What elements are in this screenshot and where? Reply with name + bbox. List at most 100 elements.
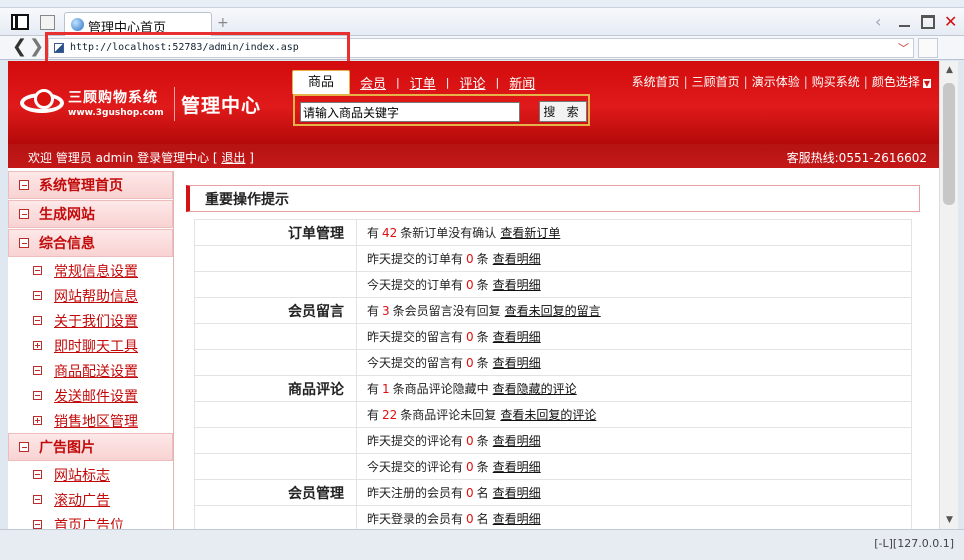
table-row: 会员留言有 3 条会员留言没有回复 查看未回复的留言 (194, 297, 912, 324)
sidebar-item-delivery[interactable]: 商品配送设置 (8, 358, 173, 383)
row-count: 0 (466, 252, 474, 266)
table-row: 今天提交的订单有 0 条查看明细 (194, 271, 912, 298)
row-info: 今天提交的留言有 0 条查看明细 (356, 349, 912, 376)
sidebar-item-help-info[interactable]: 网站帮助信息 (8, 283, 173, 308)
new-tab-icon[interactable]: + (217, 15, 229, 31)
maximize-icon[interactable] (921, 15, 935, 29)
row-text-post: 条 (476, 434, 489, 448)
ie-globe-icon (71, 18, 84, 31)
search-button[interactable]: 搜 索 (539, 101, 587, 122)
brand-name: 三顾购物系统 (68, 90, 158, 106)
sidebar-item-label: 滚动广告 (54, 492, 110, 509)
panel-title: 重要操作提示 (186, 185, 920, 212)
sidebar-item-chat-tools[interactable]: 即时聊天工具 (8, 333, 173, 358)
vertical-scrollbar[interactable]: ▲ ▼ (939, 61, 958, 529)
row-detail-link[interactable]: 查看明细 (493, 356, 541, 370)
row-category (194, 271, 357, 298)
scroll-up-icon[interactable]: ▲ (940, 61, 959, 79)
row-detail-link[interactable]: 查看明细 (493, 330, 541, 344)
row-detail-link[interactable]: 查看明细 (493, 252, 541, 266)
row-info: 有 1 条商品评论隐藏中 查看隐藏的评论 (356, 375, 912, 402)
collapse-icon (19, 238, 29, 248)
row-info: 昨天登录的会员有 0 名查看明细 (356, 505, 912, 529)
back-arrow-icon[interactable]: ❮ (12, 37, 27, 57)
row-text-post: 条 (476, 356, 489, 370)
site-header: 三顾购物系统 www.3gushop.com 管理中心 商品 会员 | 订单 |… (8, 61, 939, 144)
row-detail-link[interactable]: 查看明细 (493, 512, 541, 526)
row-detail-link[interactable]: 查看未回复的留言 (505, 304, 601, 318)
sidebar-item-site-logo[interactable]: 网站标志 (8, 462, 173, 487)
row-text-pre: 有 (367, 226, 380, 240)
row-category (194, 505, 357, 529)
row-info: 有 3 条会员留言没有回复 查看未回复的留言 (356, 297, 912, 324)
row-category (194, 453, 357, 480)
tab-comments[interactable]: 评论 (449, 73, 495, 92)
forward-arrow-icon[interactable]: ❯ (29, 37, 44, 57)
scroll-down-icon[interactable]: ▼ (940, 511, 959, 529)
row-detail-link[interactable]: 查看明细 (493, 434, 541, 448)
window-controls: ‹ ✕ (875, 14, 958, 30)
logout-link[interactable]: 退出 (221, 151, 245, 165)
link-demo[interactable]: 演示体验 (748, 73, 804, 90)
sidebar-item-label: 商品配送设置 (54, 363, 138, 380)
row-detail-link[interactable]: 查看明细 (493, 278, 541, 292)
welcome-suffix: 登录管理中心 [ (137, 151, 218, 165)
row-detail-link[interactable]: 查看未回复的评论 (500, 408, 596, 422)
search-input[interactable] (300, 102, 520, 122)
table-row: 有 22 条商品评论未回复 查看未回复的评论 (194, 401, 912, 428)
table-row: 商品评论有 1 条商品评论隐藏中 查看隐藏的评论 (194, 375, 912, 402)
sidebar: 系统管理首页 生成网站 综合信息 常规信息设置 网站帮助信息 关于我们设置 即时… (8, 171, 174, 529)
row-text-post: 条新订单没有确认 (400, 226, 497, 240)
tab-members[interactable]: 会员 (350, 73, 396, 92)
sidebar-section-generate[interactable]: 生成网站 (8, 200, 173, 228)
row-info: 昨天注册的会员有 0 名查看明细 (356, 479, 912, 506)
row-count: 0 (466, 356, 474, 370)
row-text-pre: 有 (367, 408, 380, 422)
table-row: 昨天提交的留言有 0 条查看明细 (194, 323, 912, 350)
collapse-icon (33, 366, 42, 375)
chevron-down-icon[interactable]: ﹀ (898, 40, 909, 56)
row-count: 42 (382, 226, 398, 240)
sidebar-section-label: 生成网站 (39, 207, 95, 223)
sidebar-section-general-info[interactable]: 综合信息 (8, 229, 173, 257)
sidebar-section-system-home[interactable]: 系统管理首页 (8, 171, 173, 199)
tab-news[interactable]: 新闻 (499, 73, 545, 92)
row-detail-link[interactable]: 查看明细 (493, 460, 541, 474)
link-color-select[interactable]: 颜色选择 (868, 73, 935, 90)
welcome-username: admin (95, 151, 134, 165)
sidebar-item-about-us[interactable]: 关于我们设置 (8, 308, 173, 333)
link-sangu-home[interactable]: 三顾首页 (688, 73, 744, 90)
collapse-icon (33, 391, 42, 400)
row-detail-link[interactable]: 查看隐藏的评论 (493, 382, 577, 396)
minimize-icon[interactable] (898, 15, 912, 29)
sidebar-item-home-ads[interactable]: 首页广告位 (8, 512, 173, 529)
sidebar-item-general-settings[interactable]: 常规信息设置 (8, 258, 173, 283)
tab-goods[interactable]: 商品 (292, 70, 351, 94)
chevron-left-icon[interactable]: ‹ (875, 14, 889, 30)
sidebar-item-mail-settings[interactable]: 发送邮件设置 (8, 383, 173, 408)
close-icon[interactable]: ✕ (944, 14, 958, 30)
collapse-icon (19, 180, 29, 190)
row-info: 有 22 条商品评论未回复 查看未回复的评论 (356, 401, 912, 428)
tab-orders[interactable]: 订单 (400, 73, 446, 92)
row-detail-link[interactable]: 查看明细 (493, 486, 541, 500)
brand-logo-icon[interactable] (20, 89, 66, 115)
collapse-icon (33, 470, 42, 479)
row-detail-link[interactable]: 查看新订单 (500, 226, 560, 240)
link-system-home[interactable]: 系统首页 (628, 73, 684, 90)
sidebar-item-sales-regions[interactable]: 销售地区管理 (8, 408, 173, 433)
sidebar-item-scroll-ads[interactable]: 滚动广告 (8, 487, 173, 512)
table-row: 会员管理 昨天注册的会员有 0 名查看明细 (194, 479, 912, 506)
status-text: [-L][127.0.0.1] (874, 537, 954, 550)
sidebar-toggle-icon[interactable] (11, 14, 29, 30)
row-count: 22 (382, 408, 398, 422)
table-row: 今天提交的评论有 0 条查看明细 (194, 453, 912, 480)
sidebar-item-label: 销售地区管理 (54, 413, 138, 430)
go-button[interactable] (918, 38, 938, 58)
tab-grid-icon[interactable] (40, 15, 55, 30)
scroll-thumb[interactable] (943, 83, 955, 205)
sidebar-item-label: 即时聊天工具 (54, 338, 138, 355)
sidebar-section-ads[interactable]: 广告图片 (8, 433, 173, 461)
row-count: 3 (382, 304, 390, 318)
link-buy-system[interactable]: 购买系统 (808, 73, 864, 90)
